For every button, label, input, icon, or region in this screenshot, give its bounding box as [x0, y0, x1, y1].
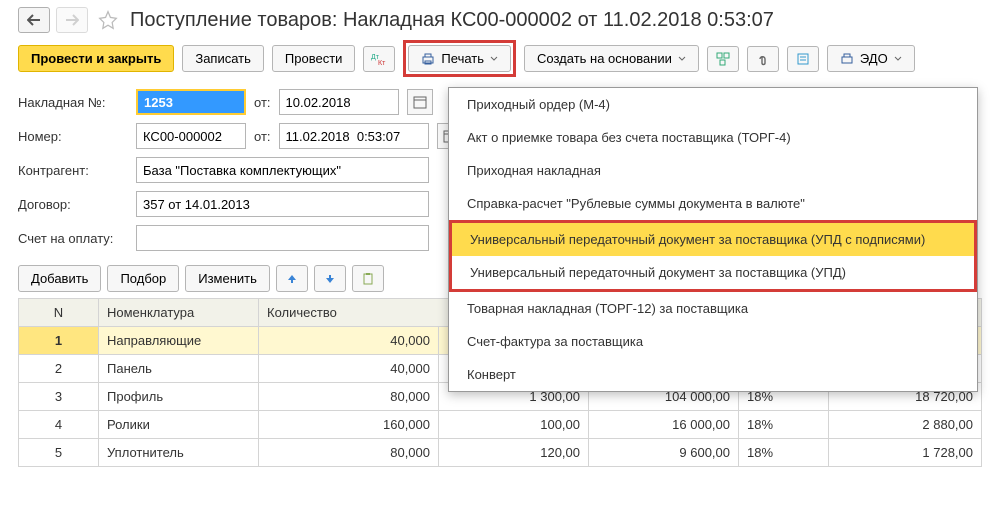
printer-icon [421, 52, 435, 66]
contract-input[interactable] [136, 191, 429, 217]
structure-button[interactable] [707, 46, 739, 72]
cell-n: 5 [19, 439, 99, 467]
clipboard-icon [361, 272, 375, 286]
edo-label: ЭДО [860, 51, 888, 66]
cell-item: Профиль [99, 383, 259, 411]
cell-qty: 40,000 [259, 327, 439, 355]
table-row[interactable]: 5Уплотнитель80,000120,009 600,0018%1 728… [19, 439, 982, 467]
cell-vat: 18% [739, 439, 829, 467]
paste-button[interactable] [352, 265, 384, 292]
number-label: Номер: [18, 129, 128, 144]
cell-n: 2 [19, 355, 99, 383]
dtkt-button[interactable]: ДтКт [363, 46, 395, 72]
chevron-down-icon [490, 56, 498, 62]
edit-row-button[interactable]: Изменить [185, 265, 270, 292]
date1-input[interactable] [279, 89, 399, 115]
payment-account-label: Счет на оплату: [18, 231, 128, 246]
post-and-close-button[interactable]: Провести и закрыть [18, 45, 174, 72]
post-button[interactable]: Провести [272, 45, 356, 72]
invoice-no-label: Накладная №: [18, 95, 128, 110]
invoice-no-input[interactable] [136, 89, 246, 115]
contract-label: Договор: [18, 197, 128, 212]
print-button-highlight: Печать [403, 40, 516, 77]
move-down-button[interactable] [314, 265, 346, 292]
chevron-down-icon [894, 56, 902, 62]
print-menu-item[interactable]: Приходный ордер (М-4) [449, 88, 977, 121]
cell-price: 120,00 [439, 439, 589, 467]
print-menu-item-upd[interactable]: Универсальный передаточный документ за п… [452, 256, 974, 289]
print-menu-item-upd-signed[interactable]: Универсальный передаточный документ за п… [452, 223, 974, 256]
payment-account-input[interactable] [136, 225, 429, 251]
cell-sum: 16 000,00 [589, 411, 739, 439]
date2-input[interactable] [279, 123, 429, 149]
svg-text:Кт: Кт [378, 60, 386, 66]
create-based-label: Создать на основании [537, 51, 672, 66]
reports-button[interactable] [787, 46, 819, 72]
cell-item: Панель [99, 355, 259, 383]
counterparty-label: Контрагент: [18, 163, 128, 178]
calendar-icon [413, 95, 427, 109]
nav-forward-button[interactable] [56, 7, 88, 33]
save-button[interactable]: Записать [182, 45, 264, 72]
nav-back-button[interactable] [18, 7, 50, 33]
print-menu-item[interactable]: Товарная накладная (ТОРГ-12) за поставщи… [449, 292, 977, 325]
create-based-on-button[interactable]: Создать на основании [524, 45, 699, 72]
cell-qty: 80,000 [259, 383, 439, 411]
cell-qty: 80,000 [259, 439, 439, 467]
cell-n: 4 [19, 411, 99, 439]
cell-item: Уплотнитель [99, 439, 259, 467]
print-menu-item[interactable]: Справка-расчет "Рублевые суммы документа… [449, 187, 977, 220]
top-nav-bar: Поступление товаров: Накладная КС00-0000… [18, 6, 982, 34]
edo-dropdown-button[interactable]: ЭДО [827, 45, 915, 72]
number-input[interactable] [136, 123, 246, 149]
print-label: Печать [441, 51, 484, 66]
date1-calendar-button[interactable] [407, 89, 433, 115]
cell-qty: 40,000 [259, 355, 439, 383]
favorite-star-button[interactable] [94, 6, 122, 34]
col-item[interactable]: Номенклатура [99, 299, 259, 327]
cell-item: Ролики [99, 411, 259, 439]
counterparty-input[interactable] [136, 157, 429, 183]
main-toolbar: Провести и закрыть Записать Провести ДтК… [18, 40, 982, 77]
cell-price: 100,00 [439, 411, 589, 439]
pick-button[interactable]: Подбор [107, 265, 179, 292]
from1-label: от: [254, 95, 271, 110]
cell-n: 3 [19, 383, 99, 411]
arrow-down-icon [324, 273, 336, 285]
add-row-button[interactable]: Добавить [18, 265, 101, 292]
move-up-button[interactable] [276, 265, 308, 292]
arrow-up-icon [286, 273, 298, 285]
from2-label: от: [254, 129, 271, 144]
attachment-button[interactable] [747, 46, 779, 72]
printer-icon [840, 52, 854, 66]
page-title: Поступление товаров: Накладная КС00-0000… [130, 9, 774, 32]
col-n[interactable]: N [19, 299, 99, 327]
print-menu-item[interactable]: Приходная накладная [449, 154, 977, 187]
print-menu-item[interactable]: Счет-фактура за поставщика [449, 325, 977, 358]
cell-vat: 18% [739, 411, 829, 439]
print-menu-item[interactable]: Акт о приемке товара без счета поставщик… [449, 121, 977, 154]
cell-vat-sum: 2 880,00 [829, 411, 982, 439]
cell-qty: 160,000 [259, 411, 439, 439]
cell-vat-sum: 1 728,00 [829, 439, 982, 467]
print-menu-highlighted-group: Универсальный передаточный документ за п… [449, 220, 977, 292]
print-dropdown-button[interactable]: Печать [408, 45, 511, 72]
cell-n: 1 [19, 327, 99, 355]
table-row[interactable]: 4Ролики160,000100,0016 000,0018%2 880,00 [19, 411, 982, 439]
cell-sum: 9 600,00 [589, 439, 739, 467]
print-dropdown-menu: Приходный ордер (М-4) Акт о приемке това… [448, 87, 978, 392]
print-menu-item[interactable]: Конверт [449, 358, 977, 391]
cell-item: Направляющие [99, 327, 259, 355]
chevron-down-icon [678, 56, 686, 62]
